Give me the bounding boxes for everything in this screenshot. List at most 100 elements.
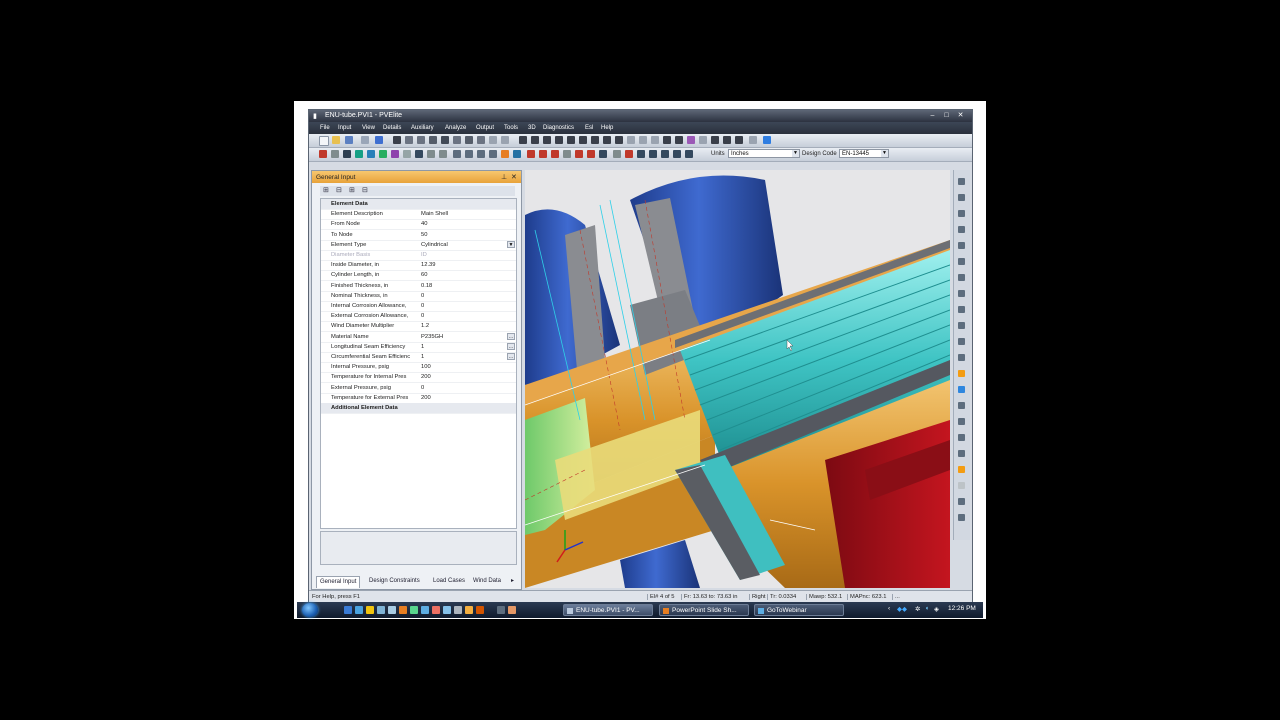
tool-cut-icon[interactable] bbox=[958, 450, 965, 457]
view-tool-4-icon[interactable] bbox=[489, 150, 497, 158]
pin-icon[interactable]: ⊥ bbox=[501, 173, 507, 181]
analysis-tool-7-icon[interactable] bbox=[391, 150, 399, 158]
quicklaunch-8-icon[interactable] bbox=[421, 606, 429, 614]
detail-tool-15-icon[interactable] bbox=[687, 136, 695, 144]
element-tool-5-icon[interactable] bbox=[441, 136, 449, 144]
task-pvelite[interactable]: ENU-tube.PVI1 - PV... bbox=[563, 604, 653, 616]
quicklaunch-14-icon[interactable] bbox=[497, 606, 505, 614]
task-gotowebinar[interactable]: GoToWebinar bbox=[754, 604, 844, 616]
detail-tool-16-icon[interactable] bbox=[699, 136, 707, 144]
sort-categorized-icon[interactable]: ⊞ bbox=[323, 186, 329, 194]
close-icon[interactable]: ✕ bbox=[955, 111, 966, 120]
property-value[interactable]: Main Shell bbox=[421, 211, 448, 217]
rotate-icon[interactable] bbox=[958, 370, 965, 377]
view-tool-13-icon[interactable] bbox=[599, 150, 607, 158]
quicklaunch-7-icon[interactable] bbox=[410, 606, 418, 614]
view-tool-5-icon[interactable] bbox=[501, 150, 509, 158]
detail-tool-17-icon[interactable] bbox=[711, 136, 719, 144]
maximize-icon[interactable]: □ bbox=[941, 111, 952, 120]
clip-icon[interactable] bbox=[958, 482, 965, 489]
property-value[interactable]: 1 bbox=[421, 344, 424, 350]
select-icon[interactable] bbox=[958, 434, 965, 441]
tab-scroll-arrow-icon[interactable]: ▸ bbox=[508, 576, 517, 587]
view-tool-12-icon[interactable] bbox=[587, 150, 595, 158]
tab-wind-data[interactable]: Wind Data bbox=[470, 576, 504, 587]
property-value[interactable]: 0.18 bbox=[421, 283, 432, 289]
chevron-down-icon[interactable]: ▼ bbox=[507, 240, 515, 248]
tray-speaker-icon[interactable]: ◖ bbox=[925, 605, 929, 612]
analysis-tool-2-icon[interactable] bbox=[331, 150, 339, 158]
analysis-tool-10-icon[interactable] bbox=[427, 150, 435, 158]
view-tool-3-icon[interactable] bbox=[477, 150, 485, 158]
property-value[interactable]: 100 bbox=[421, 364, 431, 370]
pan-icon[interactable] bbox=[958, 386, 965, 393]
detail-tool-20-icon[interactable] bbox=[749, 136, 757, 144]
detail-tool-11-icon[interactable] bbox=[639, 136, 647, 144]
sort-alpha-icon[interactable]: ⊟ bbox=[336, 186, 342, 194]
property-value[interactable]: 12.39 bbox=[421, 262, 436, 268]
view-tool-14-icon[interactable] bbox=[613, 150, 621, 158]
detail-tool-1-icon[interactable] bbox=[519, 136, 527, 144]
menu-output[interactable]: Output bbox=[476, 125, 494, 131]
tab-load-cases[interactable]: Load Cases bbox=[430, 576, 468, 587]
menu-details[interactable]: Details bbox=[383, 125, 401, 131]
detail-tool-10-icon[interactable] bbox=[627, 136, 635, 144]
right-view-icon[interactable] bbox=[958, 274, 965, 281]
property-value[interactable]: 1 bbox=[421, 354, 424, 360]
detail-tool-7-icon[interactable] bbox=[591, 136, 599, 144]
quicklaunch-4-icon[interactable] bbox=[377, 606, 385, 614]
element-tool-1-icon[interactable] bbox=[393, 136, 401, 144]
units-select[interactable]: Inches ▼ bbox=[728, 149, 800, 158]
bottom-view-icon[interactable] bbox=[958, 242, 965, 249]
ellipsis-button[interactable]: … bbox=[507, 353, 515, 360]
open-icon[interactable] bbox=[332, 136, 340, 144]
view-tool-6-icon[interactable] bbox=[513, 150, 521, 158]
reset-view-icon[interactable] bbox=[958, 514, 965, 521]
zoom-icon[interactable] bbox=[958, 402, 965, 409]
collapse-icon[interactable]: ⊟ bbox=[362, 186, 368, 194]
menu-analyze[interactable]: Analyze bbox=[445, 125, 466, 131]
tray-misc-icon[interactable]: ◈ bbox=[934, 605, 939, 613]
quicklaunch-10-icon[interactable] bbox=[443, 606, 451, 614]
menu-3d[interactable]: 3D bbox=[528, 125, 536, 131]
tray-network-icon[interactable]: ◆◆ bbox=[897, 605, 907, 613]
measure-icon[interactable] bbox=[958, 498, 965, 505]
menu-help[interactable]: Help bbox=[601, 125, 613, 131]
property-value[interactable]: 60 bbox=[421, 272, 427, 278]
element-tool-10-icon[interactable] bbox=[501, 136, 509, 144]
analysis-tool-3-icon[interactable] bbox=[343, 150, 351, 158]
view-tool-11-icon[interactable] bbox=[575, 150, 583, 158]
quicklaunch-13-icon[interactable] bbox=[476, 606, 484, 614]
detail-tool-9-icon[interactable] bbox=[615, 136, 623, 144]
tab-design-constraints[interactable]: Design Constraints bbox=[366, 576, 423, 587]
back-view-icon[interactable] bbox=[958, 210, 965, 217]
property-value[interactable]: 200 bbox=[421, 374, 431, 380]
detail-tool-13-icon[interactable] bbox=[663, 136, 671, 144]
property-value[interactable]: 0 bbox=[421, 385, 424, 391]
property-value[interactable]: 0 bbox=[421, 293, 424, 299]
analysis-tool-8-icon[interactable] bbox=[403, 150, 411, 158]
analysis-tool-5-icon[interactable] bbox=[367, 150, 375, 158]
menu-input[interactable]: Input bbox=[338, 125, 351, 131]
quicklaunch-12-icon[interactable] bbox=[465, 606, 473, 614]
property-value[interactable]: P235GH bbox=[421, 334, 443, 340]
property-value[interactable]: 1.2 bbox=[421, 323, 429, 329]
property-value[interactable]: 0 bbox=[421, 313, 424, 319]
shade-2-icon[interactable] bbox=[958, 306, 965, 313]
quicklaunch-ie-icon[interactable] bbox=[355, 606, 363, 614]
quicklaunch-15-icon[interactable] bbox=[508, 606, 516, 614]
property-value[interactable]: 50 bbox=[421, 232, 427, 238]
tray-arrow-icon[interactable]: ‹ bbox=[888, 605, 890, 612]
menu-esl[interactable]: Esl bbox=[585, 125, 593, 131]
view-tool-20-icon[interactable] bbox=[685, 150, 693, 158]
view-tool-17-icon[interactable] bbox=[649, 150, 657, 158]
start-button[interactable] bbox=[302, 603, 318, 617]
shade-4-icon[interactable] bbox=[958, 338, 965, 345]
element-tool-2-icon[interactable] bbox=[405, 136, 413, 144]
close-panel-icon[interactable]: ✕ bbox=[511, 173, 517, 181]
quicklaunch-explorer-icon[interactable] bbox=[366, 606, 374, 614]
design-code-select[interactable]: EN-13445 ▼ bbox=[839, 149, 889, 158]
print-icon[interactable] bbox=[361, 136, 369, 144]
detail-tool-6-icon[interactable] bbox=[579, 136, 587, 144]
detail-tool-19-icon[interactable] bbox=[735, 136, 743, 144]
